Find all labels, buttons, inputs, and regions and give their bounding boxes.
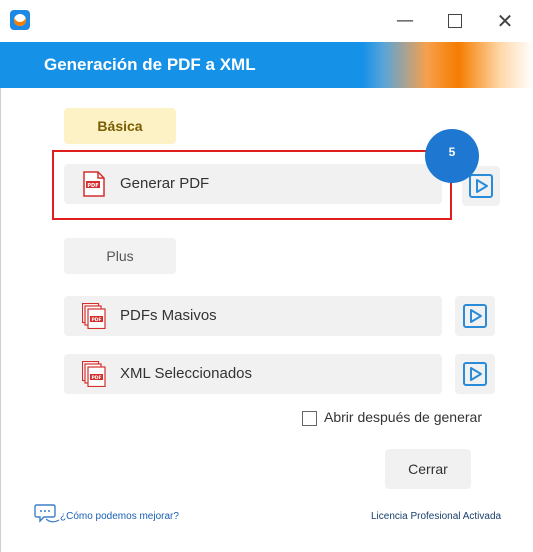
- selected-xml-label: XML Seleccionados: [120, 365, 253, 382]
- maximize-icon: [448, 14, 462, 28]
- pdf-stack-icon: PDF: [82, 361, 106, 387]
- section-plus-label: Plus: [64, 238, 176, 274]
- open-after-checkbox[interactable]: [302, 411, 317, 426]
- step-badge: 5: [425, 129, 479, 183]
- mass-pdfs-video-button[interactable]: [455, 296, 495, 336]
- mass-pdfs-button[interactable]: PDF PDFs Masivos: [64, 296, 442, 336]
- page-title: Generación de PDF a XML: [44, 55, 256, 74]
- maximize-button[interactable]: [440, 6, 470, 36]
- selected-xml-video-button[interactable]: [455, 354, 495, 394]
- close-window-button[interactable]: ✕: [490, 6, 520, 36]
- minimize-button[interactable]: —: [390, 6, 420, 36]
- header-banner: Generación de PDF a XML: [0, 42, 533, 88]
- svg-text:PDF: PDF: [91, 317, 101, 323]
- mass-pdfs-label: PDFs Masivos: [120, 307, 217, 324]
- chat-feedback-icon[interactable]: [34, 502, 60, 526]
- step-highlight-frame: [52, 150, 452, 220]
- license-status: Licencia Profesional Activada: [371, 511, 502, 522]
- play-icon: [463, 362, 487, 386]
- title-bar: — ✕: [0, 0, 533, 42]
- app-logo-icon: [10, 10, 30, 30]
- open-after-label[interactable]: Abrir después de generar: [324, 409, 482, 425]
- selected-xml-button[interactable]: PDF XML Seleccionados: [64, 354, 442, 394]
- pdf-stack-icon: PDF: [82, 303, 106, 329]
- play-icon: [463, 304, 487, 328]
- feedback-link[interactable]: ¿Cómo podemos mejorar?: [60, 511, 179, 522]
- section-basic-label: Básica: [64, 108, 176, 144]
- svg-text:PDF: PDF: [91, 375, 101, 381]
- close-button[interactable]: Cerrar: [385, 449, 471, 489]
- window-left-border: [0, 88, 1, 552]
